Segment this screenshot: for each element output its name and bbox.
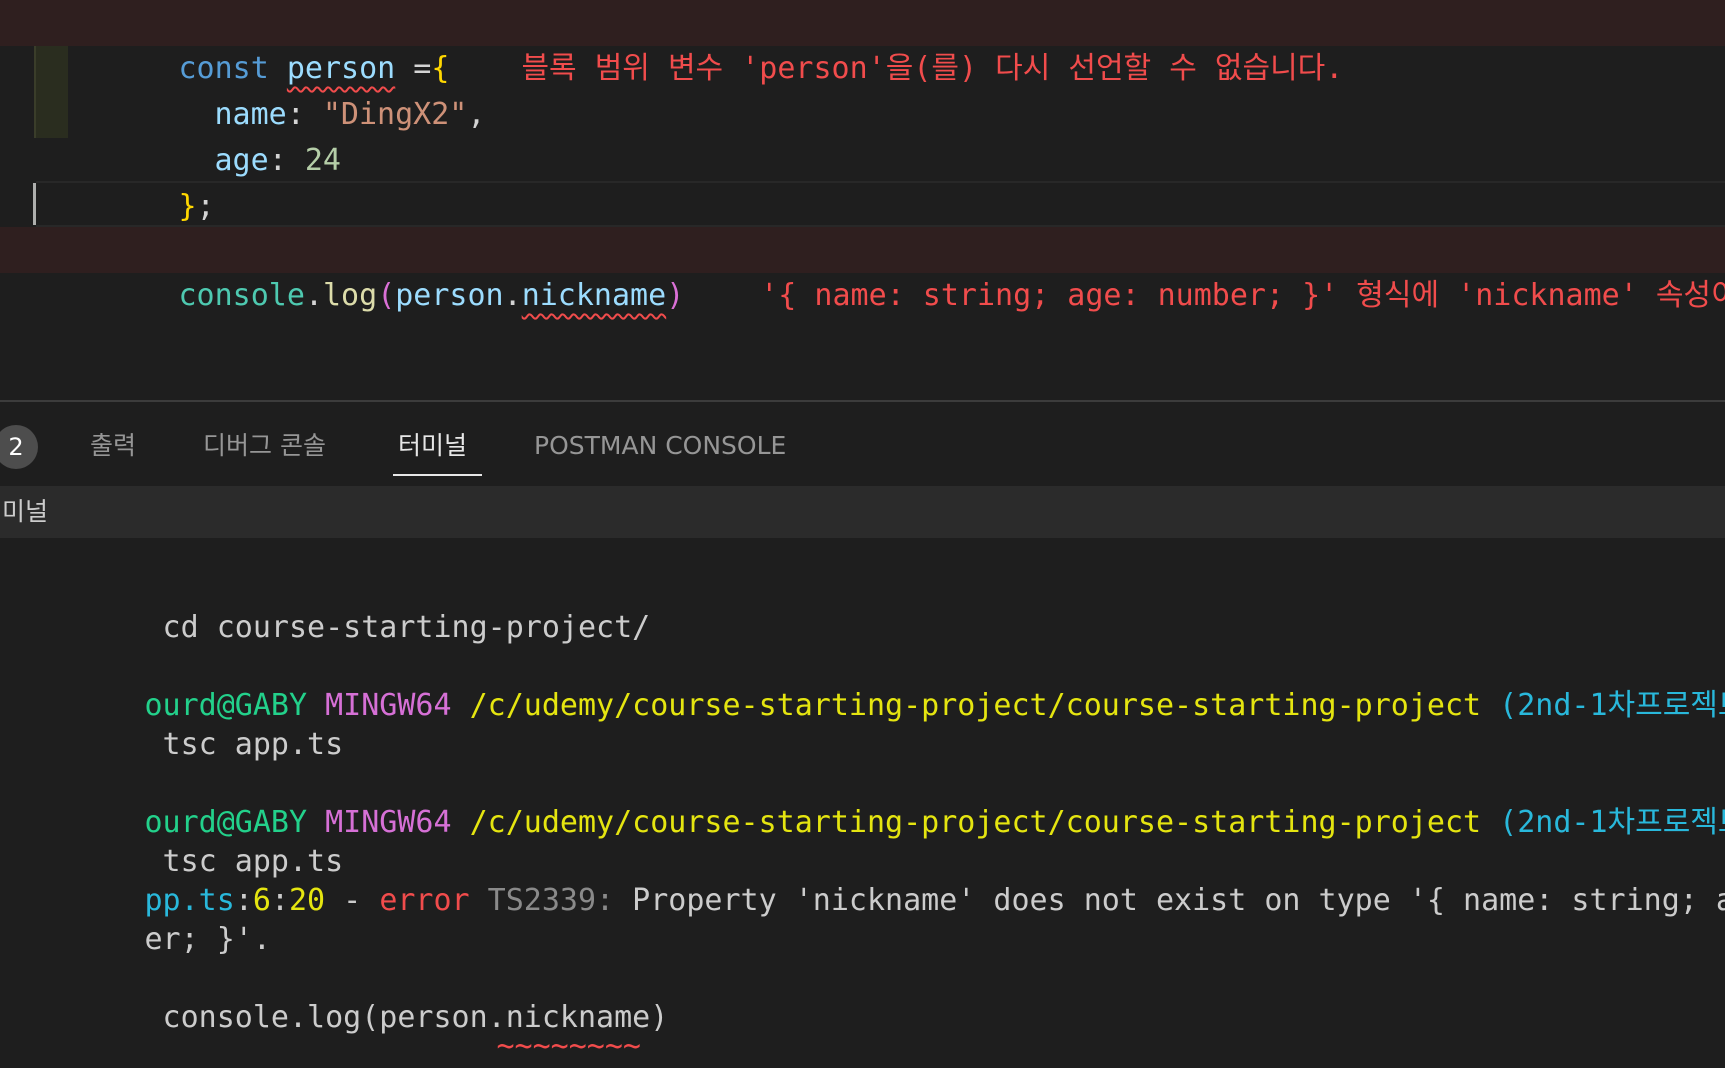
terminal-line-tsc-1: tsc app.ts [0,685,344,762]
code-line-2[interactable]: name: "DingX2", [0,46,1725,132]
open-paren: ( [377,278,396,313]
error-column-number: 20 [289,883,326,918]
dot: . [503,278,522,313]
error-underline: ~~~~~~~~ [496,1029,642,1064]
code-line-1[interactable]: const person ={블록 범위 변수 'person'을(를) 다시 … [0,0,1725,86]
code-editor[interactable]: const person ={블록 범위 변수 'person'을(를) 다시 … [0,0,1725,400]
terminal-error-line: pp.ts:6:20 - error TS2339: Property 'nic… [0,841,1725,918]
prompt-path: /c/udemy/course-starting-project/course-… [451,688,1482,723]
terminal-line-cd: cd course-starting-project/ [0,568,651,645]
error-message-continued: er; }'. [144,922,271,957]
log-function: log [323,278,378,313]
inline-error-message: '{ name: string; age: number; }' 형식에 'ni… [760,278,1725,313]
close-paren: ) [666,278,685,313]
indent-guide [34,92,68,138]
terminal-prompt-1: ourd@GABY MINGW64 /c/udemy/course-starti… [0,646,1725,723]
console-object: console [178,278,305,313]
error-code: TS2339: [469,883,615,918]
prompt-branch: (2nd-1차프로젝트) [1499,688,1725,723]
command-text: cd course-starting-project/ [144,610,651,645]
code-line-3[interactable]: age: 24 [0,92,1725,178]
prompt-path: /c/udemy/course-starting-project/course-… [451,805,1482,840]
terminal-title-bar: 미널 [0,486,1725,538]
terminal-line-tsc-2: tsc app.ts [0,802,344,879]
colon: : [270,883,289,918]
terminal-error-tilde: ~~~~~~~~ [352,987,642,1064]
tab-output[interactable]: 출력 [90,426,136,466]
code-line-6[interactable]: console.log(person.nickname) '{ name: str… [0,227,1725,313]
dot: . [304,278,323,313]
panel-tab-bar: 2 출력 디버그 콘솔 터미널 POSTMAN CONSOLE [0,402,1725,486]
command-text: tsc app.ts [144,727,344,762]
dash: - [325,883,380,918]
terminal-prompt-2: ourd@GABY MINGW64 /c/udemy/course-starti… [0,763,1725,840]
prompt-branch: (2nd-1차프로젝트) [1499,805,1725,840]
code-line-4[interactable]: }; [0,138,1725,224]
text-cursor [33,183,36,225]
terminal-error-wrap: er; }'. [0,880,271,957]
tab-postman-console[interactable]: POSTMAN CONSOLE [534,426,786,466]
error-message: Property 'nickname' does not exist on ty… [632,883,1725,918]
tab-terminal[interactable]: 터미널 [398,426,467,466]
terminal-title: 미널 [2,497,49,526]
tab-debug-console[interactable]: 디버그 콘솔 [203,426,326,466]
active-tab-indicator [393,474,482,476]
vscode-window: const person ={블록 범위 변수 'person'을(를) 다시 … [0,0,1725,1068]
indent-guide [34,46,68,92]
person-arg: person [395,278,504,313]
nickname-property: nickname [521,278,667,313]
bottom-panel: 2 출력 디버그 콘솔 터미널 POSTMAN CONSOLE 미널 cd co… [0,400,1725,1068]
error-label: error [379,883,470,918]
current-line-highlight [36,181,1725,227]
problems-count-badge[interactable]: 2 [0,425,38,469]
